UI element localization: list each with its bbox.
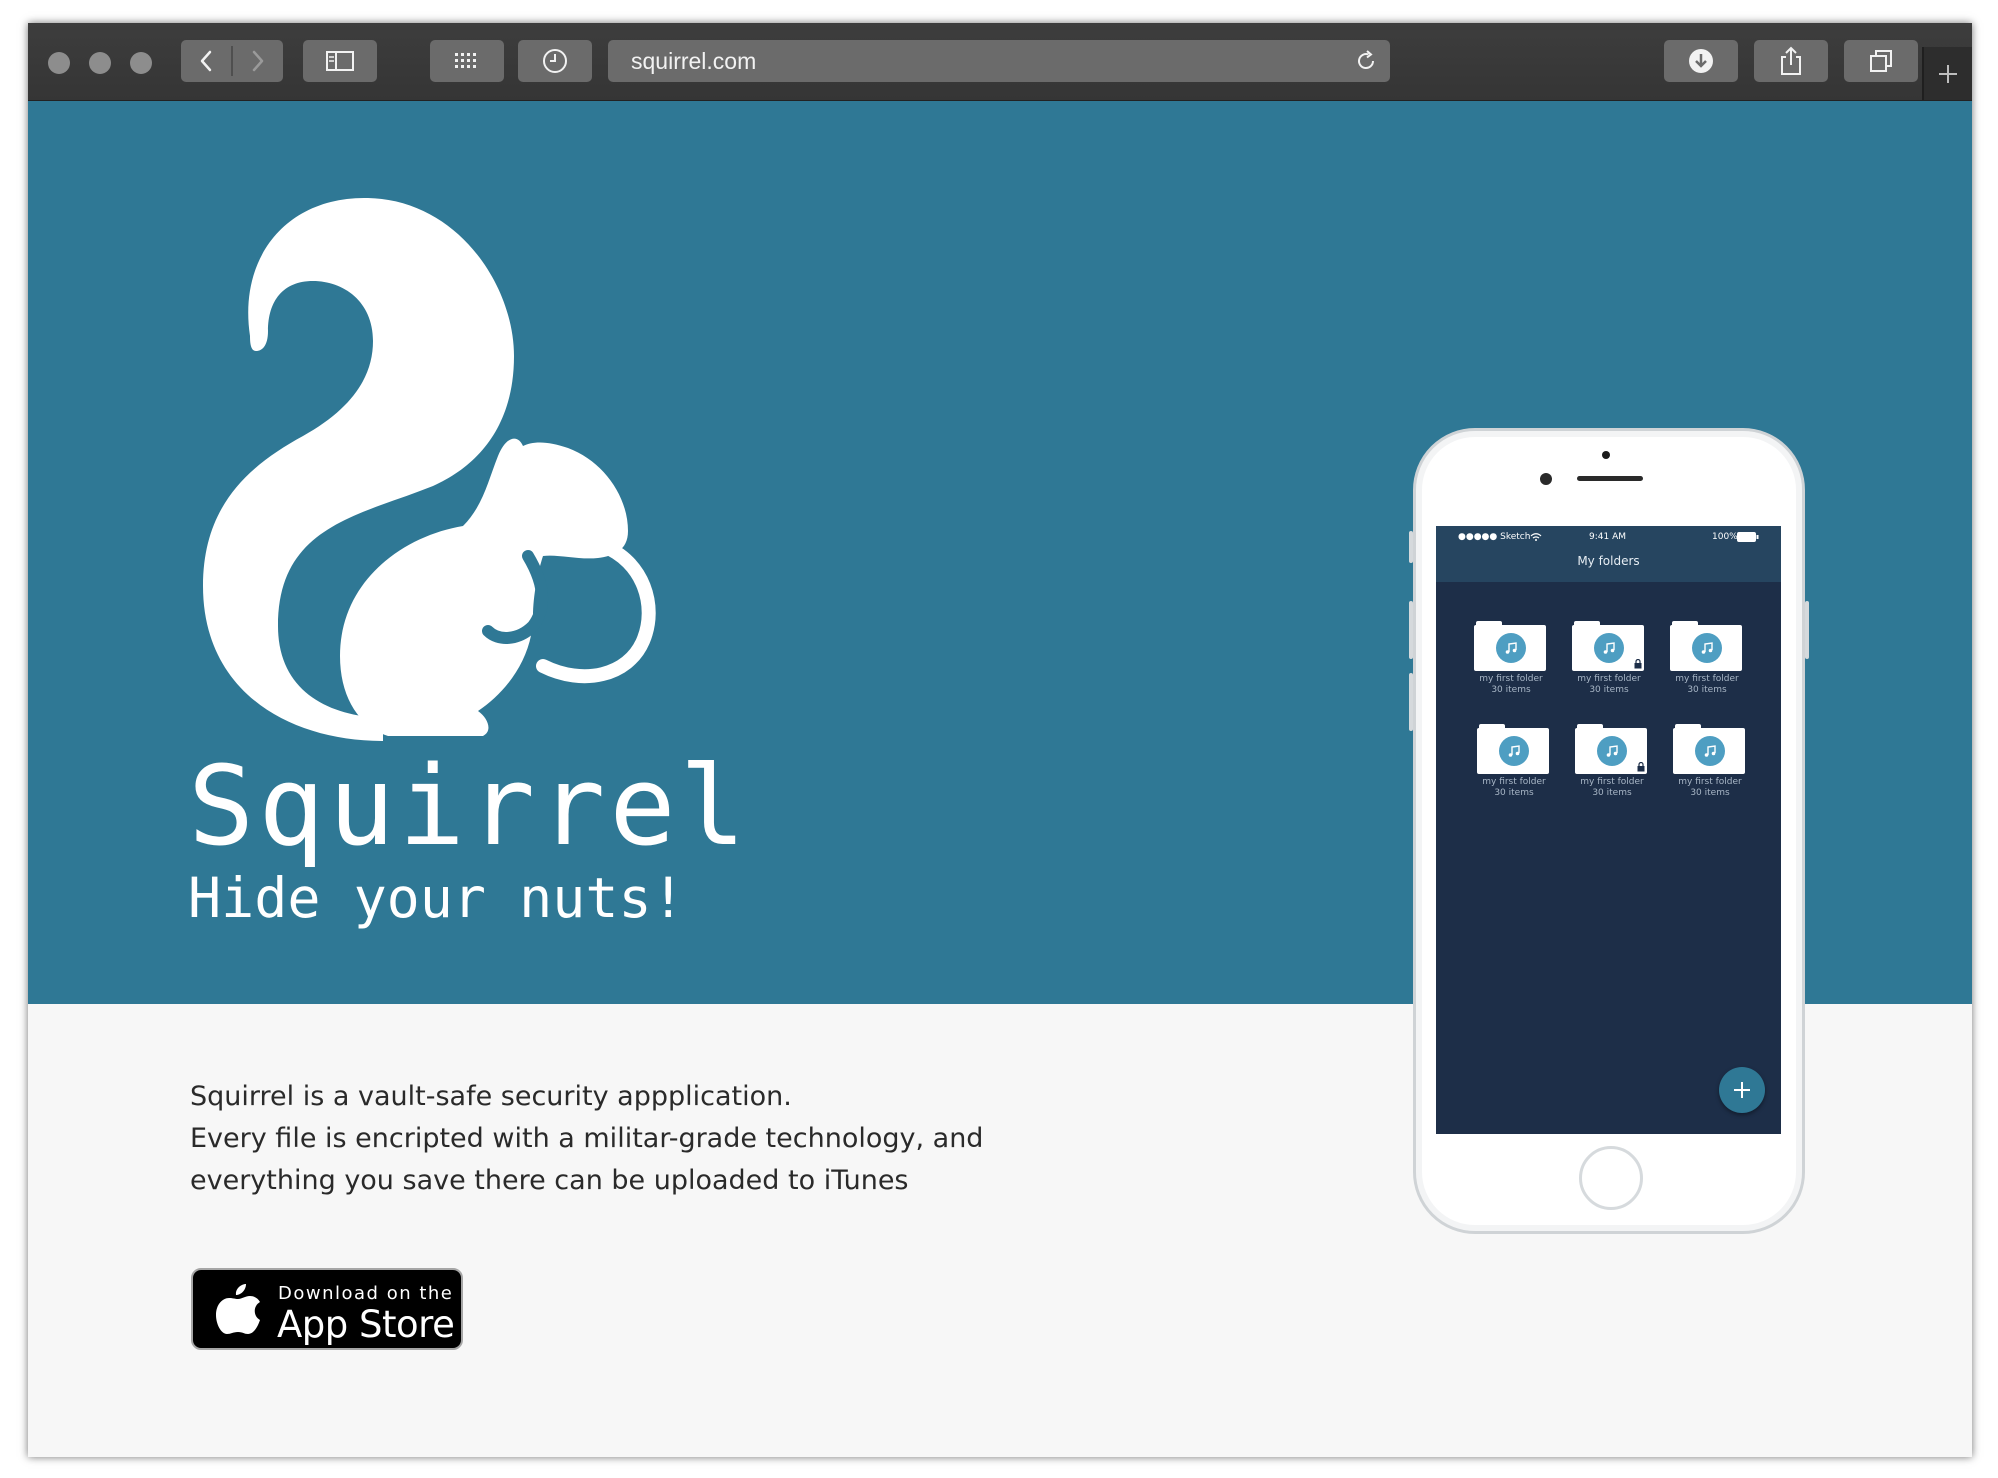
music-note-icon [1692,633,1722,663]
folder-item[interactable]: my first folder 30 items [1477,724,1551,804]
folder-name: my first folder [1580,777,1644,787]
folder-item[interactable]: my first folder 30 items [1572,621,1646,701]
folder-item[interactable]: my first folder 30 items [1670,621,1744,701]
status-carrier: ●●●●● Sketch [1458,532,1531,542]
tabs-icon [1870,50,1892,72]
folder-count: 30 items [1494,788,1534,798]
top-sites-button[interactable] [430,40,504,82]
tabs-overview-button[interactable] [1844,40,1918,82]
music-note-icon [1695,736,1725,766]
browser-toolbar: squirrel.com [28,23,1972,102]
folder-count: 30 items [1491,685,1531,695]
phone-volume-up [1409,601,1413,659]
grid-icon [455,53,476,68]
sidebar-button[interactable] [303,40,377,82]
sidebar-icon [326,51,354,71]
minimize-window-button[interactable] [89,52,111,74]
folder-name: my first folder [1479,674,1543,684]
description-line: everything you save there can be uploade… [190,1165,909,1196]
share-icon [1781,46,1801,75]
reload-icon[interactable] [1354,49,1378,73]
wifi-icon [1530,533,1542,541]
forward-icon [252,50,264,72]
address-bar[interactable]: squirrel.com [608,40,1390,82]
nav-button-group [181,40,283,82]
apple-logo-icon [216,1284,260,1334]
close-window-button[interactable] [48,52,70,74]
music-note-icon [1597,736,1627,766]
zoom-window-button[interactable] [130,52,152,74]
app-store-big-text: App Store [277,1303,455,1346]
description-line: Every file is encripted with a militar-g… [190,1123,984,1154]
plus-icon [1734,1082,1750,1098]
app-navbar: ●●●●● Sketch 9:41 AM 100% My folders [1436,526,1781,582]
folder-item[interactable]: my first folder 30 items [1474,621,1548,701]
squirrel-logo-icon [203,197,656,742]
folder-name: my first folder [1675,674,1739,684]
phone-mockup: ●●●●● Sketch 9:41 AM 100% My folders my … [1409,428,1809,1234]
url-text: squirrel.com [631,48,757,74]
download-icon [1689,49,1713,73]
folder-count: 30 items [1690,788,1730,798]
history-clock-icon [543,49,567,73]
phone-screen: ●●●●● Sketch 9:41 AM 100% My folders my … [1436,526,1781,1134]
app-tagline: Hide your nuts! [188,866,685,930]
add-folder-button[interactable] [1719,1067,1765,1113]
phone-sensor [1540,473,1552,485]
back-button[interactable] [181,40,231,82]
lock-icon [1637,762,1645,772]
phone-home-button [1579,1146,1643,1210]
folder-name: my first folder [1678,777,1742,787]
back-icon [200,50,212,72]
app-store-small-text: Download on the [278,1283,454,1304]
screen-title: My folders [1577,554,1640,568]
phone-front-camera [1602,451,1610,459]
folder-item[interactable]: my first folder 30 items [1673,724,1747,804]
plus-icon [1939,64,1957,83]
history-button[interactable] [518,40,592,82]
folder-name: my first folder [1482,777,1546,787]
app-name-title: Squirrel [188,742,750,870]
new-tab-button[interactable] [1922,47,1972,100]
forward-button[interactable] [233,40,283,82]
battery-icon [1737,532,1759,542]
phone-speaker [1577,476,1643,481]
music-note-icon [1594,633,1624,663]
music-note-icon [1499,736,1529,766]
app-description: Squirrel is a vault-safe security apppli… [190,1076,1090,1202]
downloads-button[interactable] [1664,40,1738,82]
status-battery-text: 100% [1712,532,1738,542]
music-note-icon [1496,633,1526,663]
folder-count: 30 items [1589,685,1629,695]
phone-power-button [1805,601,1809,659]
browser-window: squirrel.com Squirrel Hide your nuts! Sq… [28,23,1972,1457]
status-time: 9:41 AM [1589,532,1626,542]
phone-volume-down [1409,673,1413,731]
app-store-badge-button[interactable]: Download on the App Store [191,1268,463,1350]
phone-mute-switch [1409,531,1413,563]
description-line: Squirrel is a vault-safe security apppli… [190,1081,792,1112]
folder-name: my first folder [1577,674,1641,684]
share-button[interactable] [1754,40,1828,82]
lock-icon [1634,659,1642,669]
folder-count: 30 items [1592,788,1632,798]
folder-count: 30 items [1687,685,1727,695]
folder-item[interactable]: my first folder 30 items [1575,724,1649,804]
